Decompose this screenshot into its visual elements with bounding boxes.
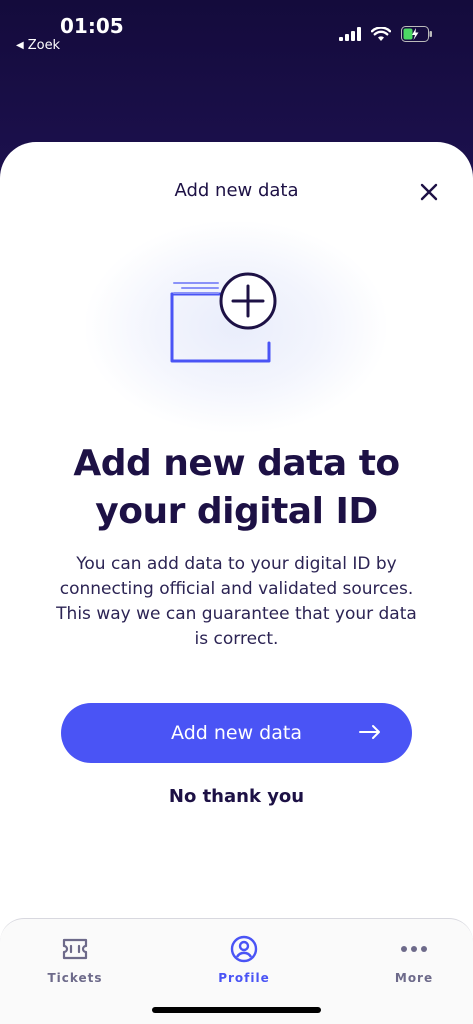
close-icon (420, 183, 438, 201)
no-thank-you-button[interactable]: No thank you (0, 786, 473, 807)
status-bar: 01:05 ◀ Zoek (0, 0, 473, 60)
status-icons (339, 26, 433, 42)
tab-tickets-label: Tickets (47, 971, 103, 985)
tab-tickets[interactable]: Tickets (15, 935, 135, 985)
tab-more[interactable]: More (354, 935, 473, 985)
close-button[interactable] (415, 178, 443, 206)
description-text: You can add data to your digital ID by c… (56, 554, 417, 649)
profile-icon (230, 935, 258, 963)
more-icon (401, 946, 427, 952)
add-data-sheet: Add new data Add new data to your digita… (0, 142, 473, 942)
add-new-data-button-label: Add new data (171, 722, 302, 744)
illustration (86, 222, 386, 432)
wifi-icon (371, 26, 391, 41)
ticket-icon (62, 938, 88, 960)
sheet-header: Add new data (0, 180, 473, 210)
sheet-title: Add new data (174, 180, 299, 201)
battery-charging-icon (401, 26, 432, 42)
folder-add-icon (170, 272, 277, 363)
tab-more-label: More (394, 971, 434, 985)
arrow-right-icon (359, 725, 380, 739)
signal-icon (339, 27, 361, 41)
headline: Add new data to your digital ID (73, 443, 400, 532)
status-time: 01:05 (60, 14, 124, 38)
back-arrow-icon: ◀ (16, 40, 24, 51)
tab-profile[interactable]: Profile (184, 935, 304, 985)
back-to-app-link[interactable]: ◀ Zoek (16, 38, 60, 53)
home-indicator[interactable] (152, 1007, 321, 1013)
tab-profile-label: Profile (218, 971, 270, 985)
back-link-label: Zoek (27, 38, 61, 53)
add-new-data-button[interactable]: Add new data (61, 703, 412, 763)
